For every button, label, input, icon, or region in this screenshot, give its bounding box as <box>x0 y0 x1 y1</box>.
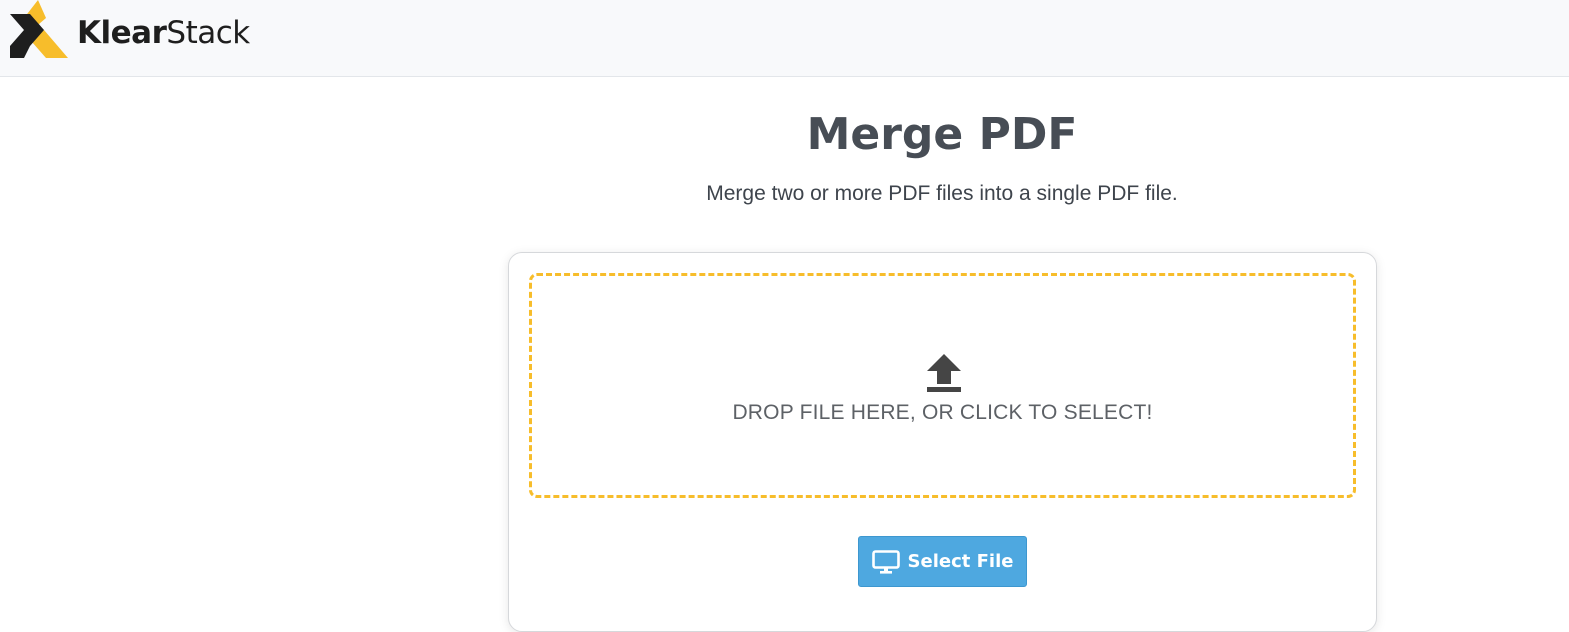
select-file-button-label: Select File <box>907 551 1014 572</box>
brand-name-bold: Klear <box>77 15 167 51</box>
brand-name[interactable]: KlearStack <box>77 14 250 52</box>
monitor-icon <box>871 549 900 574</box>
page-subtitle: Merge two or more PDF files into a singl… <box>706 182 1178 205</box>
upload-card: DROP FILE HERE, OR CLICK TO SELECT! Sele… <box>508 252 1377 632</box>
dropzone-instruction: DROP FILE HERE, OR CLICK TO SELECT! <box>732 401 1153 424</box>
page-title: Merge PDF <box>806 109 1078 160</box>
select-file-button[interactable]: Select File <box>858 536 1027 587</box>
file-dropzone[interactable]: DROP FILE HERE, OR CLICK TO SELECT! <box>529 273 1356 498</box>
upload-icon <box>927 354 961 392</box>
top-navbar: KlearStack <box>0 0 1569 77</box>
brand-name-light: Stack <box>166 15 250 51</box>
klearstack-logo-icon[interactable] <box>10 0 68 60</box>
